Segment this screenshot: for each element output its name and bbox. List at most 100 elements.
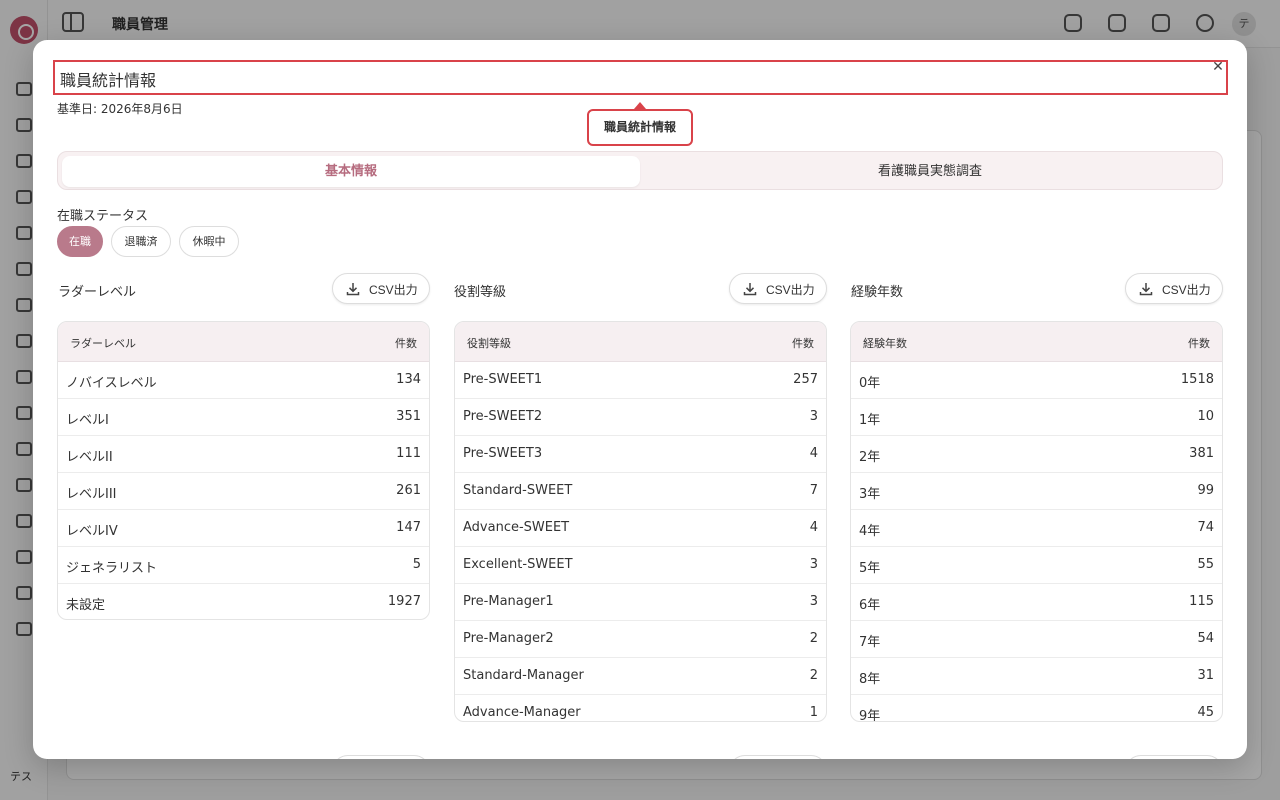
status-chip-retired[interactable]: 退職済 (111, 226, 171, 257)
row-label: レベルI (66, 413, 109, 428)
csv-export-button-role-grade[interactable]: CSV出力 (729, 273, 827, 304)
column-header: 件数 (1188, 337, 1210, 350)
modal-title: 職員統計情報 (60, 71, 157, 90)
table-row: ジェネラリスト 5 (58, 547, 429, 584)
row-label: 4年 (859, 524, 881, 539)
reference-date: 基準日: 2026年8月6日 (57, 102, 183, 116)
row-count: 4 (809, 520, 818, 535)
row-label: Pre-SWEET3 (463, 446, 543, 461)
csv-export-button-next[interactable] (729, 755, 827, 759)
row-label: Excellent-SWEET (463, 557, 573, 572)
row-label: レベルIV (66, 524, 118, 539)
csv-export-button-next[interactable] (1125, 755, 1223, 759)
row-label: Advance-SWEET (463, 520, 570, 535)
table-header: ラダーレベル 件数 (58, 322, 429, 362)
row-label: ノバイスレベル (66, 376, 157, 391)
table-row: 6年 115 (851, 584, 1222, 621)
table-header: 役割等級 件数 (455, 322, 826, 362)
table-row: Pre-SWEET2 3 (455, 399, 826, 436)
row-count: 4 (809, 446, 818, 461)
row-label: Pre-Manager2 (463, 631, 554, 646)
table-row: レベルI 351 (58, 399, 429, 436)
row-label: 2年 (859, 450, 881, 465)
table-row: 4年 74 (851, 510, 1222, 547)
table-ladder: ラダーレベル 件数 ノバイスレベル 134 レベルI 351 レベルII 111 レベ… (57, 321, 430, 620)
column-header: 経験年数 (863, 337, 907, 350)
row-count: 147 (396, 520, 421, 535)
row-count: 351 (396, 409, 421, 424)
tooltip: 職員統計情報 (587, 109, 693, 146)
row-label: レベルII (66, 450, 113, 465)
row-count: 5 (412, 557, 421, 572)
table-row: 2年 381 (851, 436, 1222, 473)
row-label: 3年 (859, 487, 881, 502)
row-label: 9年 (859, 709, 881, 722)
table-row: 3年 99 (851, 473, 1222, 510)
table-row: 8年 31 (851, 658, 1222, 695)
status-chip-active[interactable]: 在職 (57, 226, 103, 257)
row-label: Pre-Manager1 (463, 594, 554, 609)
table-row: 未設定 1927 (58, 584, 429, 619)
row-count: 3 (809, 409, 818, 424)
row-count: 257 (793, 372, 818, 387)
tooltip-arrow (634, 102, 646, 109)
status-filter-label: 在職ステータス (57, 209, 149, 224)
row-count: 3 (809, 594, 818, 609)
table-row: Pre-SWEET1 257 (455, 362, 826, 399)
modal-title-highlight: 職員統計情報 (53, 60, 1228, 95)
csv-button-label: CSV出力 (1162, 283, 1211, 297)
row-count: 3 (809, 557, 818, 572)
download-icon (743, 283, 757, 296)
tab-nursing-survey[interactable]: 看護職員実態調査 (641, 156, 1219, 187)
column-header: 件数 (395, 337, 417, 350)
row-count: 99 (1197, 483, 1214, 498)
row-count: 1 (809, 705, 818, 720)
row-label: 6年 (859, 598, 881, 613)
row-count: 10 (1197, 409, 1214, 424)
table-row: Advance-SWEET 4 (455, 510, 826, 547)
row-count: 7 (809, 483, 818, 498)
row-count: 1518 (1180, 372, 1214, 387)
row-count: 381 (1189, 446, 1214, 461)
column-header: ラダーレベル (70, 337, 136, 350)
row-count: 111 (396, 446, 421, 461)
row-count: 2 (809, 631, 818, 646)
row-count: 54 (1197, 631, 1214, 646)
table-row: Pre-Manager2 2 (455, 621, 826, 658)
row-count: 2 (809, 668, 818, 683)
csv-export-button-next[interactable] (332, 755, 430, 759)
row-count: 134 (396, 372, 421, 387)
download-icon (1139, 283, 1153, 296)
row-count: 31 (1197, 668, 1214, 683)
tab-basic-info[interactable]: 基本情報 (62, 156, 640, 187)
row-count: 115 (1189, 594, 1214, 609)
table-row: レベルII 111 (58, 436, 429, 473)
row-label: 0年 (859, 376, 881, 391)
statistics-modal: 職員統計情報 ✕ 基準日: 2026年8月6日 職員統計情報 基本情報 看護職員… (33, 40, 1247, 759)
table-row: Excellent-SWEET 3 (455, 547, 826, 584)
csv-export-button-experience[interactable]: CSV出力 (1125, 273, 1223, 304)
row-label: Standard-Manager (463, 668, 584, 683)
close-icon[interactable]: ✕ (1209, 58, 1227, 76)
column-header: 件数 (792, 337, 814, 350)
csv-button-label: CSV出力 (766, 283, 815, 297)
section-title-ladder: ラダーレベル (58, 285, 137, 300)
row-label: レベルIII (66, 487, 117, 502)
table-row: 5年 55 (851, 547, 1222, 584)
row-label: Advance-Manager (463, 705, 581, 720)
status-chip-on-leave[interactable]: 休暇中 (179, 226, 239, 257)
download-icon (346, 283, 360, 296)
csv-button-label: CSV出力 (369, 283, 418, 297)
row-count: 74 (1197, 520, 1214, 535)
table-row: Pre-Manager1 3 (455, 584, 826, 621)
row-label: Pre-SWEET2 (463, 409, 543, 424)
table-row: Advance-Manager 1 (455, 695, 826, 721)
section-title-experience: 経験年数 (851, 285, 904, 300)
column-header: 役割等級 (467, 337, 511, 350)
csv-export-button-ladder[interactable]: CSV出力 (332, 273, 430, 304)
table-role-grade: 役割等級 件数 Pre-SWEET1 257 Pre-SWEET2 3 Pre-SW… (454, 321, 827, 722)
row-count: 1927 (387, 594, 421, 609)
section-title-role-grade: 役割等級 (454, 285, 507, 300)
table-row: Pre-SWEET3 4 (455, 436, 826, 473)
table-row: ノバイスレベル 134 (58, 362, 429, 399)
